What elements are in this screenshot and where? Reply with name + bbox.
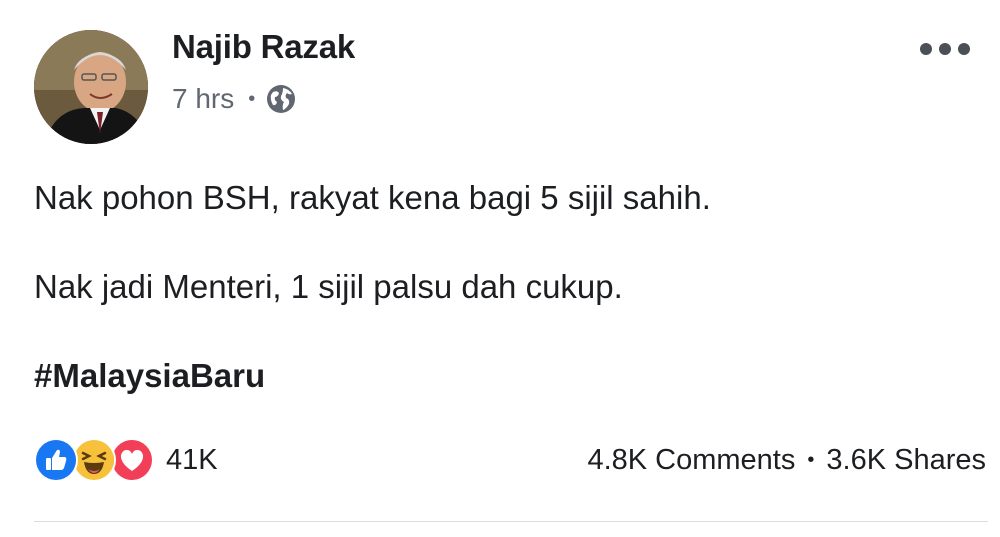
post-timestamp[interactable]: 7 hrs <box>172 83 234 115</box>
more-options-icon[interactable] <box>920 36 970 62</box>
author-name[interactable]: Najib Razak <box>172 28 355 66</box>
engagement-separator: • <box>807 448 815 471</box>
dot-icon <box>939 43 951 55</box>
post-meta: 7 hrs • <box>172 82 297 116</box>
divider <box>34 521 988 522</box>
facebook-post: Najib Razak 7 hrs • Nak pohon BSH, rakya… <box>0 0 1000 537</box>
hashtag-link[interactable]: #MalaysiaBaru <box>34 357 265 395</box>
love-icon <box>110 438 154 482</box>
reactions-summary[interactable]: 41K <box>34 437 218 483</box>
post-text-line: Nak pohon BSH, rakyat kena bagi 5 sijil … <box>34 179 711 216</box>
post-text-line: Nak jadi Menteri, 1 sijil palsu dah cuku… <box>34 268 623 305</box>
author-avatar[interactable] <box>34 30 148 144</box>
dot-icon <box>958 43 970 55</box>
dot-icon <box>920 43 932 55</box>
shares-count-link[interactable]: 3.6K Shares <box>826 444 986 477</box>
haha-icon <box>72 438 116 482</box>
comments-count-link[interactable]: 4.8K Comments <box>587 444 795 477</box>
engagement-summary: 4.8K Comments • 3.6K Shares <box>587 437 986 483</box>
like-icon <box>34 438 78 482</box>
meta-separator: • <box>248 87 256 110</box>
reaction-count: 41K <box>166 443 218 476</box>
globe-icon[interactable] <box>265 83 297 115</box>
